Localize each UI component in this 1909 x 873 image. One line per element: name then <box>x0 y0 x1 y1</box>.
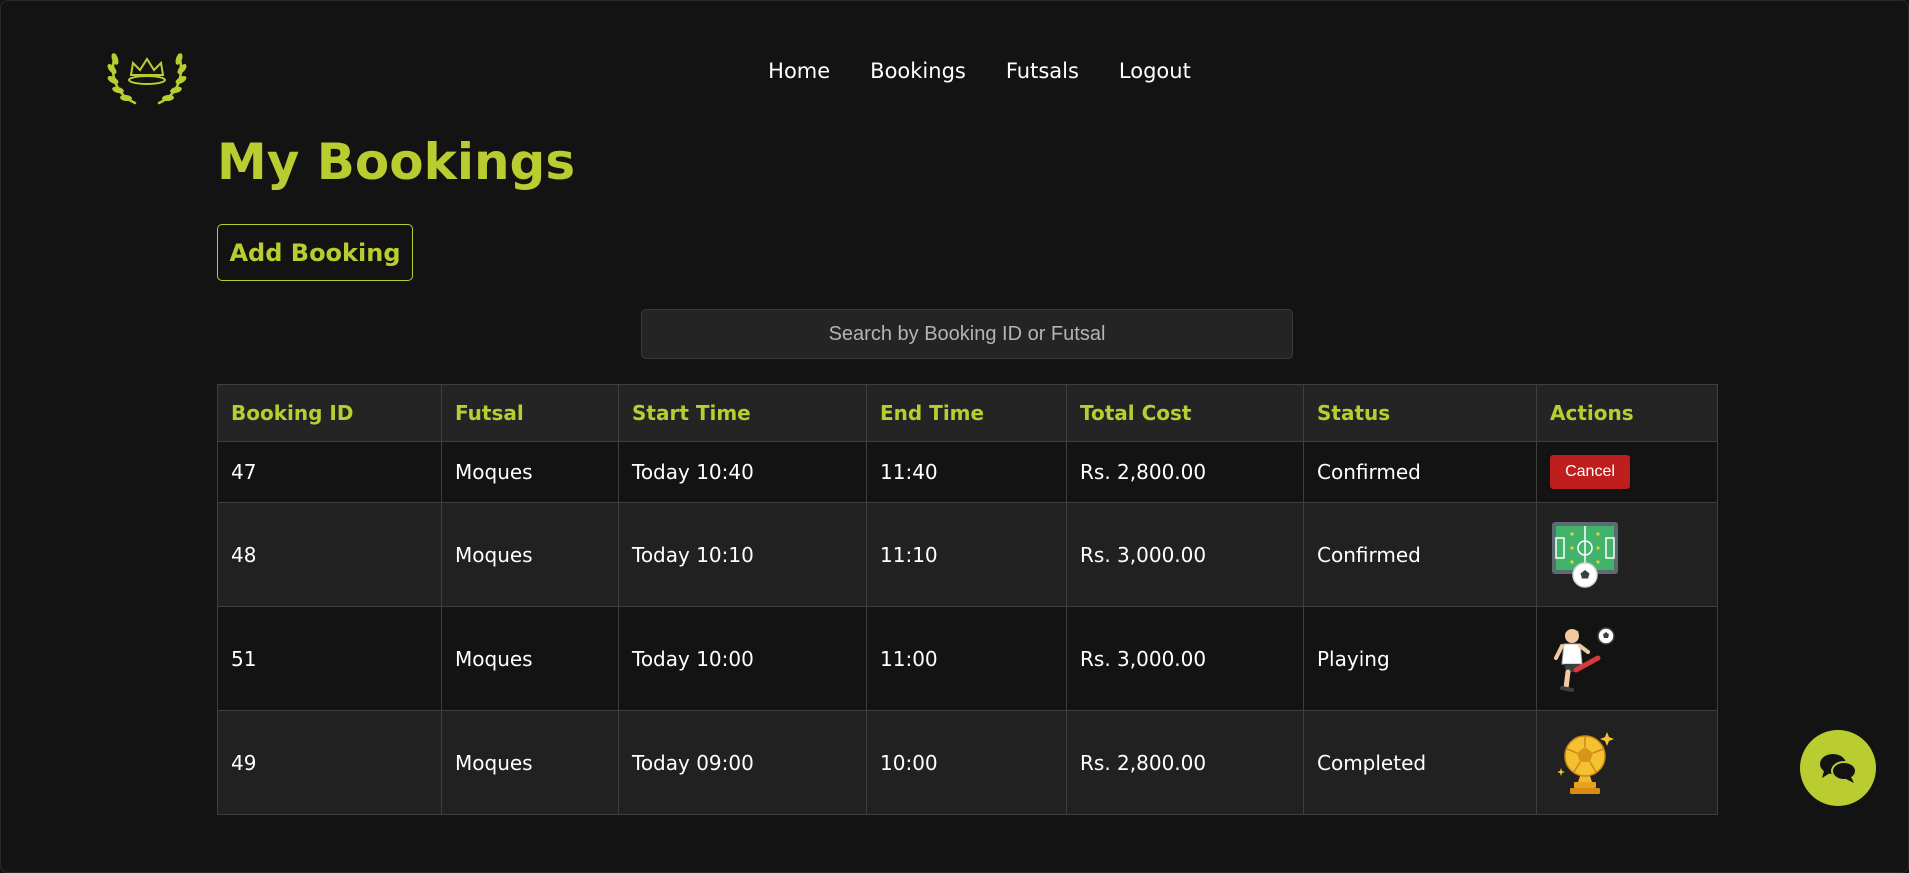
cell-actions <box>1536 502 1718 607</box>
cell-actions <box>1536 710 1718 815</box>
cell-start-time: Today 10:10 <box>618 502 867 607</box>
bookings-table: Booking ID Futsal Start Time End Time To… <box>217 384 1718 815</box>
table-header-row: Booking ID Futsal Start Time End Time To… <box>217 384 1718 442</box>
nav-futsals-link[interactable]: Futsals <box>1006 59 1079 83</box>
main-nav: Home Bookings Futsals Logout <box>1 59 1908 83</box>
nav-home-link[interactable]: Home <box>768 59 830 83</box>
cell-status: Completed <box>1303 710 1537 815</box>
cell-end-time: 11:10 <box>866 502 1067 607</box>
chat-button[interactable] <box>1800 730 1876 806</box>
cell-futsal: Moques <box>441 502 619 607</box>
table-row: 48 Moques Today 10:10 11:10 Rs. 3,000.00… <box>217 502 1718 607</box>
header-futsal: Futsal <box>441 384 619 442</box>
table-row: 47 Moques Today 10:40 11:40 Rs. 2,800.00… <box>217 441 1718 503</box>
cell-futsal: Moques <box>441 441 619 503</box>
nav-bookings-link[interactable]: Bookings <box>870 59 966 83</box>
header-total-cost: Total Cost <box>1066 384 1304 442</box>
cell-total-cost: Rs. 2,800.00 <box>1066 710 1304 815</box>
futsal-field-icon <box>1552 521 1618 588</box>
cell-start-time: Today 10:40 <box>618 441 867 503</box>
search-input[interactable] <box>641 309 1293 359</box>
page-title: My Bookings <box>217 133 576 191</box>
cell-actions: Cancel <box>1536 441 1718 503</box>
cell-booking-id: 49 <box>217 710 442 815</box>
cell-futsal: Moques <box>441 710 619 815</box>
cell-end-time: 11:00 <box>866 606 1067 711</box>
cell-start-time: Today 09:00 <box>618 710 867 815</box>
player-kicking-icon <box>1554 626 1615 692</box>
nav-logout-link[interactable]: Logout <box>1119 59 1191 83</box>
cancel-button[interactable]: Cancel <box>1550 455 1630 489</box>
header-booking-id: Booking ID <box>217 384 442 442</box>
cell-end-time: 11:40 <box>866 441 1067 503</box>
header-actions: Actions <box>1536 384 1718 442</box>
cell-status: Playing <box>1303 606 1537 711</box>
cell-status: Confirmed <box>1303 441 1537 503</box>
cell-futsal: Moques <box>441 606 619 711</box>
cell-total-cost: Rs. 3,000.00 <box>1066 606 1304 711</box>
cell-booking-id: 47 <box>217 441 442 503</box>
cell-booking-id: 51 <box>217 606 442 711</box>
cell-status: Confirmed <box>1303 502 1537 607</box>
cell-total-cost: Rs. 3,000.00 <box>1066 502 1304 607</box>
cell-total-cost: Rs. 2,800.00 <box>1066 441 1304 503</box>
add-booking-button[interactable]: Add Booking <box>217 224 413 281</box>
cell-start-time: Today 10:00 <box>618 606 867 711</box>
app-window: Home Bookings Futsals Logout My Bookings… <box>0 0 1909 873</box>
table-row: 49 Moques Today 09:00 10:00 Rs. 2,800.00… <box>217 710 1718 815</box>
header-status: Status <box>1303 384 1537 442</box>
header-end-time: End Time <box>866 384 1067 442</box>
cell-end-time: 10:00 <box>866 710 1067 815</box>
table-row: 51 Moques Today 10:00 11:00 Rs. 3,000.00… <box>217 606 1718 711</box>
trophy-ball-icon <box>1557 731 1614 794</box>
chat-bubbles-icon <box>1820 754 1857 783</box>
cell-actions <box>1536 606 1718 711</box>
header-start-time: Start Time <box>618 384 867 442</box>
cell-booking-id: 48 <box>217 502 442 607</box>
